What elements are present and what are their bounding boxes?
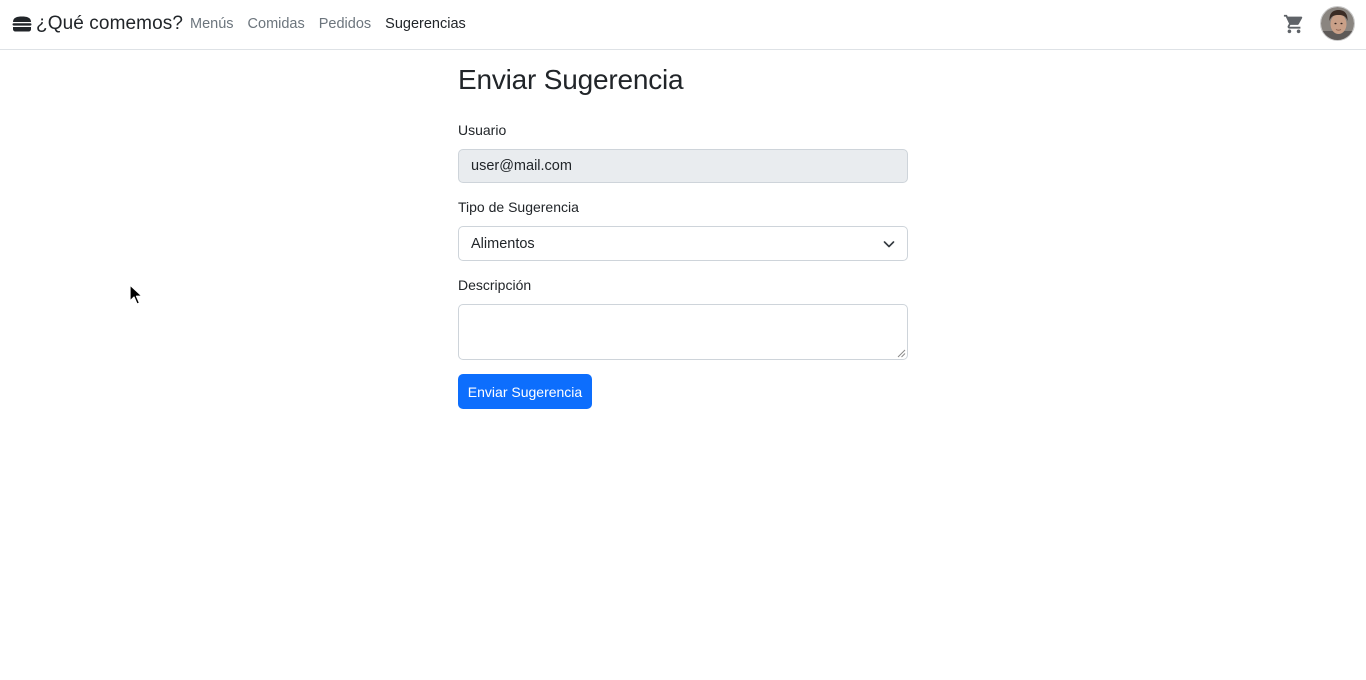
nav-link-sugerencias[interactable]: Sugerencias [378, 14, 473, 34]
nav-link-comidas[interactable]: Comidas [241, 14, 312, 34]
page-title: Enviar Sugerencia [458, 64, 684, 95]
mouse-cursor-icon [129, 284, 143, 305]
user-avatar[interactable] [1320, 6, 1355, 41]
navbar: ¿Qué comemos? Menús Comidas Pedidos Suge… [0, 0, 1366, 50]
main-nav: Menús Comidas Pedidos Sugerencias [183, 14, 473, 34]
brand-name: ¿Qué comemos? [36, 13, 184, 34]
user-field: user@mail.com [458, 149, 908, 183]
suggestion-type-value: Alimentos [471, 235, 535, 252]
user-label: Usuario [458, 122, 507, 138]
brand-link[interactable]: ¿Qué comemos? [12, 11, 183, 37]
suggestion-type-select[interactable]: Alimentos [458, 226, 908, 261]
description-label: Descripción [458, 277, 532, 293]
nav-link-pedidos[interactable]: Pedidos [312, 14, 378, 34]
avatar-image [1321, 7, 1354, 40]
chevron-down-icon [883, 241, 895, 248]
cart-icon[interactable] [1283, 13, 1305, 35]
user-field-value: user@mail.com [471, 158, 572, 174]
nav-link-menus[interactable]: Menús [183, 14, 241, 34]
resize-grip-icon[interactable] [897, 349, 906, 358]
suggestion-type-label: Tipo de Sugerencia [458, 199, 579, 215]
submit-suggestion-button[interactable]: Enviar Sugerencia [458, 374, 592, 409]
burger-icon [12, 16, 32, 32]
description-textarea[interactable] [458, 304, 908, 360]
